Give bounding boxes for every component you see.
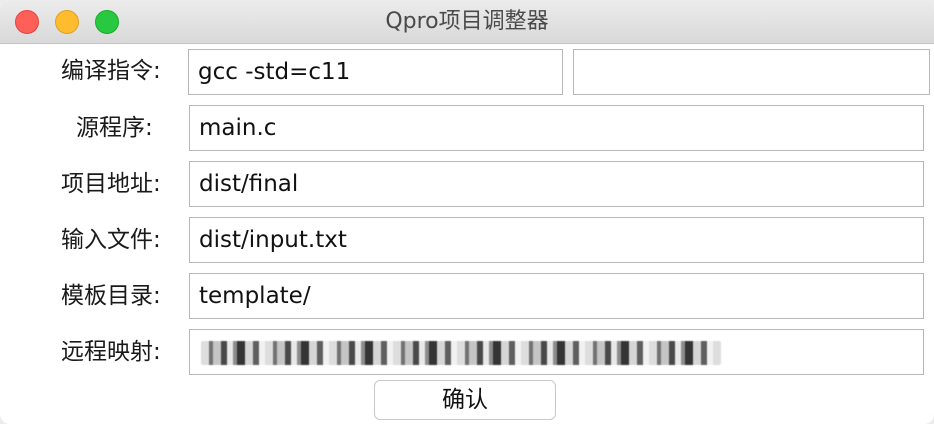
input-file-label: 输入文件:	[61, 227, 161, 253]
source-label: 源程序:	[76, 115, 153, 141]
remote-map-input[interactable]	[189, 329, 924, 375]
project-path-input[interactable]: dist/final	[189, 161, 924, 207]
confirm-button[interactable]: 确认	[374, 380, 556, 420]
template-dir-label: 模板目录:	[61, 283, 161, 309]
remote-map-label: 远程映射:	[61, 339, 161, 365]
project-path-label: 项目地址:	[61, 171, 161, 197]
title-bar[interactable]: Qpro项目调整器	[0, 0, 934, 44]
window-title: Qpro项目调整器	[385, 9, 549, 34]
compile-extra-input[interactable]	[573, 49, 930, 95]
template-dir-input[interactable]: template/	[189, 273, 924, 319]
input-file-input[interactable]: dist/input.txt	[189, 217, 924, 263]
app-window: Qpro项目调整器 编译指令: gcc -std=c11 源程序: main.c…	[0, 0, 934, 424]
redacted-value	[201, 341, 721, 365]
compile-command-input[interactable]: gcc -std=c11	[188, 49, 563, 95]
source-input[interactable]: main.c	[189, 105, 924, 151]
compile-label: 编译指令:	[61, 58, 161, 84]
